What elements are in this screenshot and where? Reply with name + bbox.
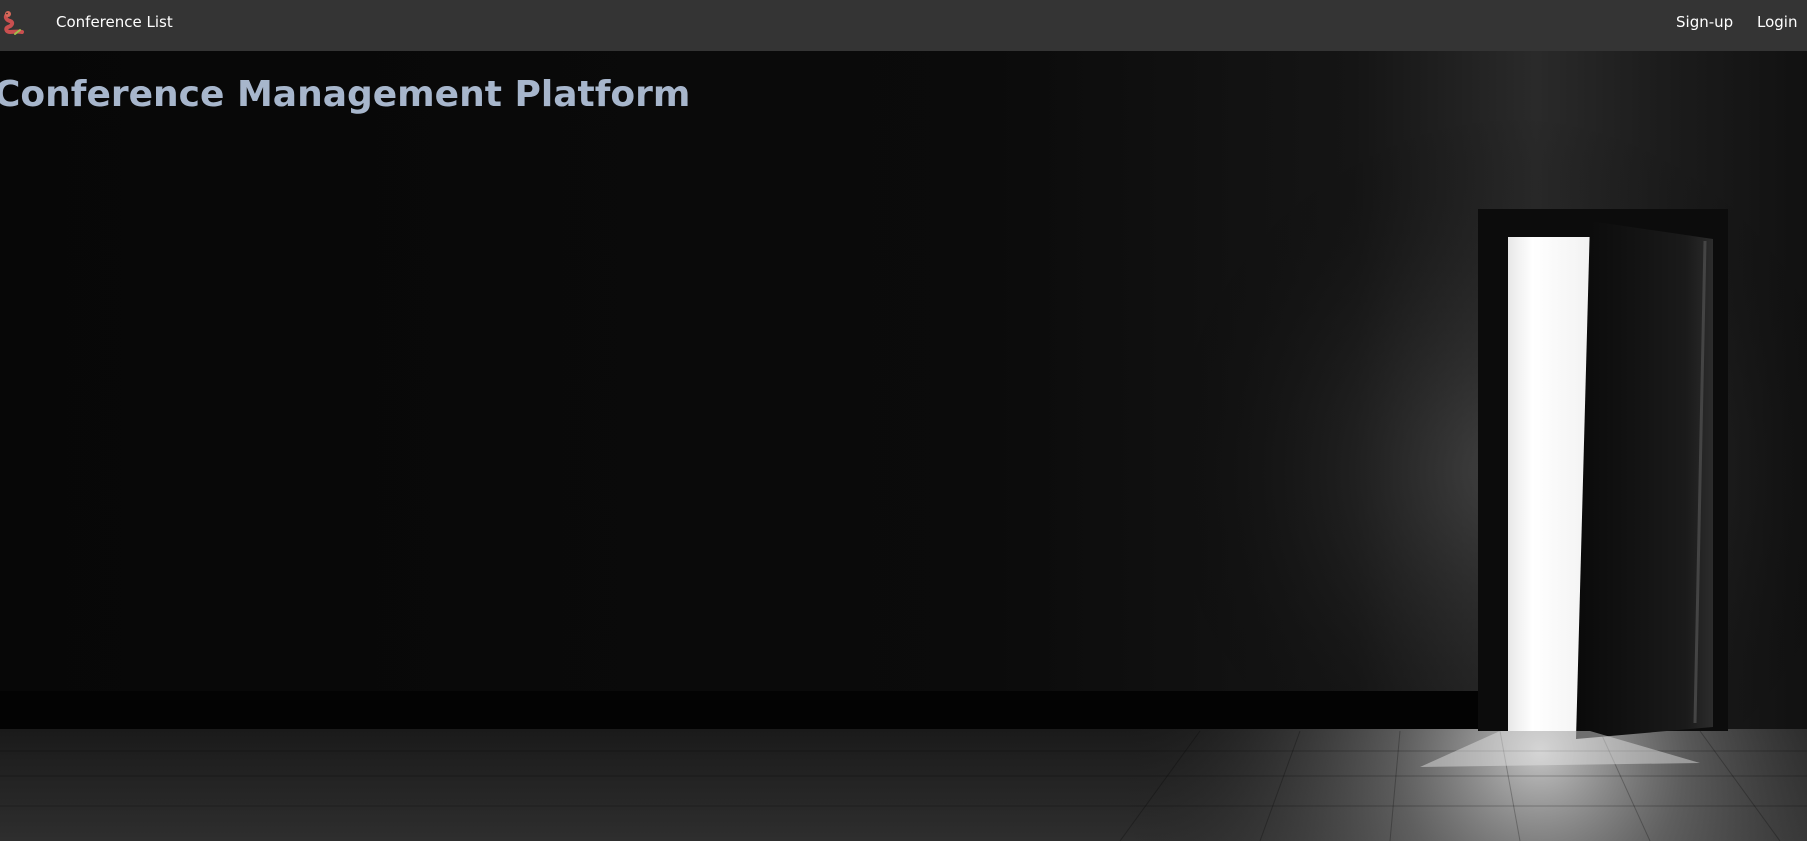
hero-background-image <box>0 51 1807 841</box>
nav-link-conference-list[interactable]: Conference List <box>56 13 173 31</box>
nav-link-login[interactable]: Login <box>1757 13 1797 31</box>
top-navbar: Conference List Sign-up Login <box>0 0 1807 51</box>
worm-mascot-icon[interactable] <box>0 10 30 40</box>
page-title: Conference Management Platform <box>0 74 691 115</box>
nav-link-signup[interactable]: Sign-up <box>1676 13 1733 31</box>
